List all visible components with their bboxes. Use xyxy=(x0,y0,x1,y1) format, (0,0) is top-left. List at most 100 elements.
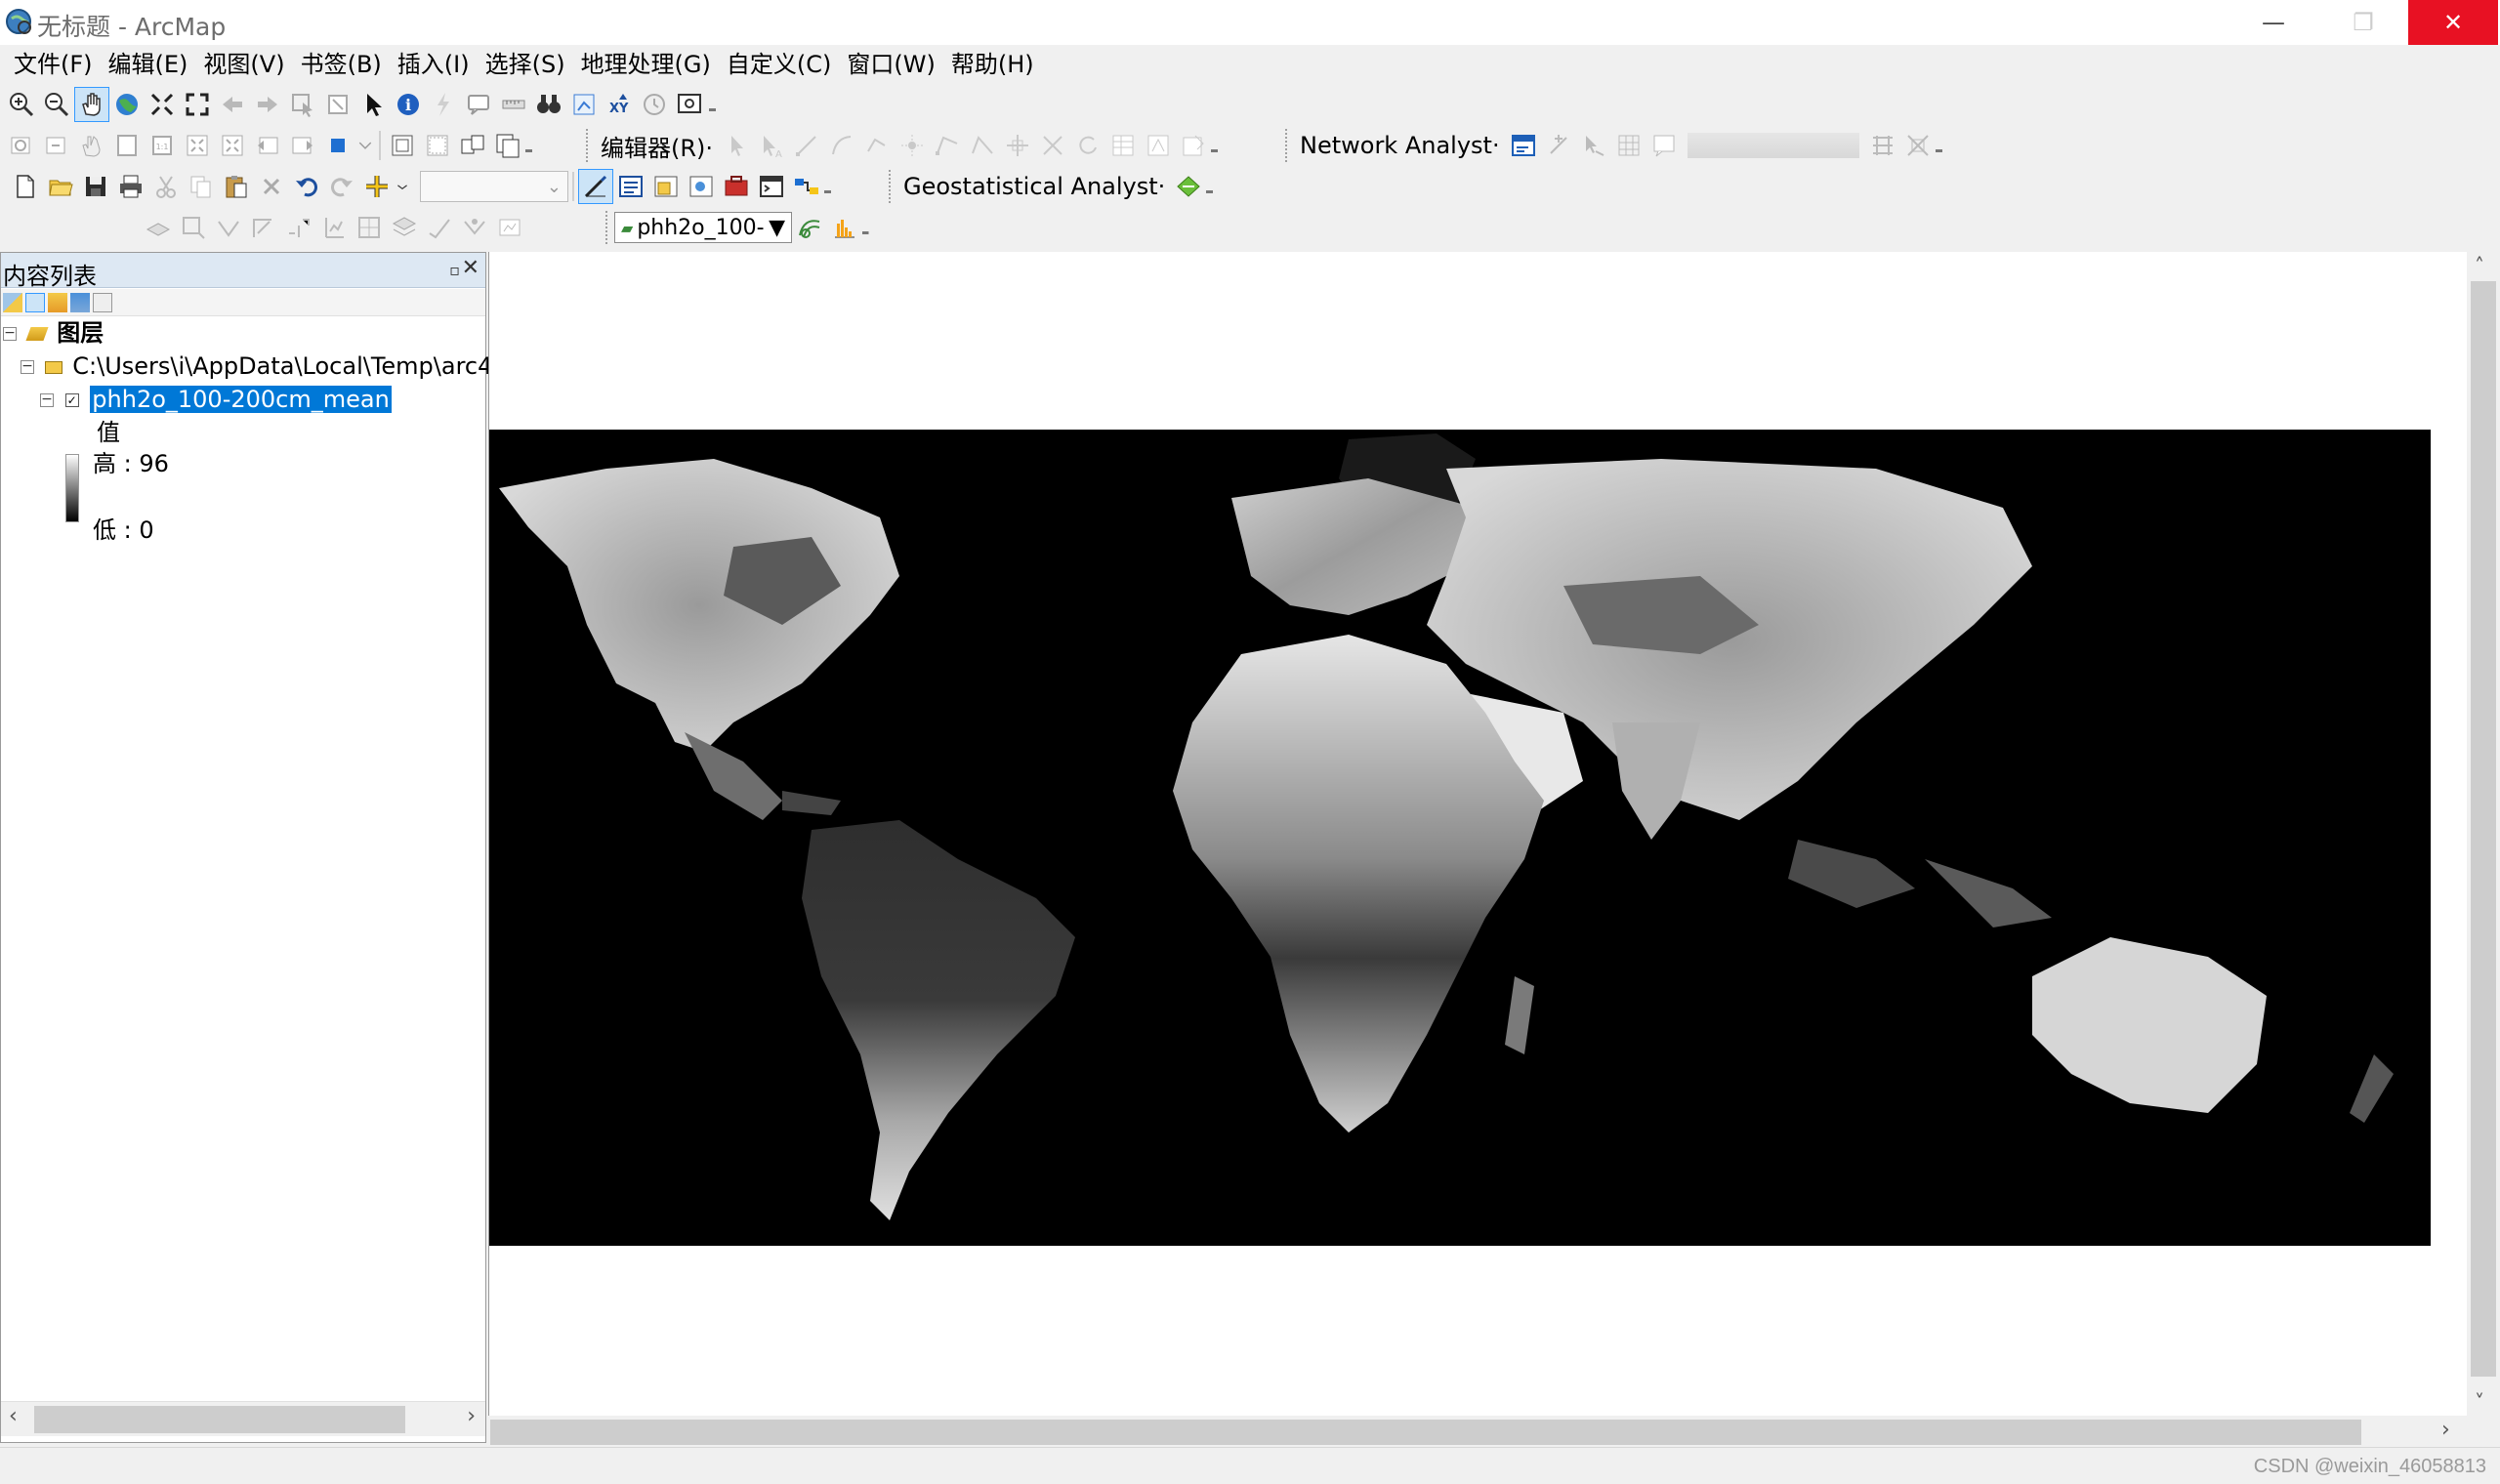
fixed-zoom-in-layout-icon[interactable] xyxy=(180,128,215,163)
georef-fit-icon[interactable] xyxy=(176,210,211,245)
table-of-contents-icon[interactable] xyxy=(613,169,648,204)
georef-scale-icon[interactable] xyxy=(246,210,281,245)
editor-menu[interactable]: 编辑器(R)· xyxy=(595,129,719,163)
create-network-location-icon[interactable] xyxy=(1541,128,1576,163)
print-icon[interactable] xyxy=(113,169,148,204)
georef-viewer-icon[interactable] xyxy=(457,210,492,245)
zoom-in-icon[interactable] xyxy=(4,87,39,122)
menu-bookmarks[interactable]: 书签(B) xyxy=(293,47,390,82)
back-arrow-icon[interactable] xyxy=(215,87,250,122)
georef-shift-icon[interactable] xyxy=(281,210,316,245)
georef-link-table-icon[interactable] xyxy=(422,210,457,245)
layer-collapse-icon[interactable]: − xyxy=(40,392,54,407)
select-elements-icon[interactable] xyxy=(355,87,391,122)
open-folder-icon[interactable] xyxy=(43,169,78,204)
minimize-button[interactable]: — xyxy=(2229,0,2318,45)
paste-icon[interactable] xyxy=(219,169,254,204)
scroll-down-icon[interactable]: ˅ xyxy=(2475,1390,2484,1414)
split-icon[interactable] xyxy=(1035,128,1070,163)
network-analyst-menu[interactable]: Network Analyst· xyxy=(1294,132,1506,159)
straight-segment-icon[interactable] xyxy=(789,128,824,163)
build-network-icon[interactable] xyxy=(1865,128,1900,163)
menu-file[interactable]: 文件(F) xyxy=(6,47,101,82)
list-by-visibility-icon[interactable] xyxy=(48,292,67,312)
map-vscroll-thumb[interactable] xyxy=(2471,281,2496,1377)
change-layout-icon[interactable] xyxy=(455,128,490,163)
map-scale-combo[interactable]: ⌄ xyxy=(420,171,568,202)
zoom-percent-icon[interactable] xyxy=(320,128,355,163)
edit-annotation-icon[interactable]: A xyxy=(754,128,789,163)
toc-horizontal-scrollbar[interactable]: ‹ › xyxy=(1,1401,485,1436)
new-document-icon[interactable] xyxy=(8,169,43,204)
toc-options-icon[interactable] xyxy=(93,292,112,312)
attributes-icon[interactable] xyxy=(1105,128,1141,163)
menu-customize[interactable]: 自定义(C) xyxy=(719,47,839,82)
georef-layer-icon[interactable] xyxy=(141,210,176,245)
menu-edit[interactable]: 编辑(E) xyxy=(101,47,196,82)
contour-icon[interactable] xyxy=(792,210,827,245)
focus-data-frame-icon[interactable] xyxy=(420,128,455,163)
tree-folder-row[interactable]: − C:\Users\i\AppData\Local\Temp\arc4D xyxy=(21,350,511,382)
full-extent-globe-icon[interactable] xyxy=(109,87,145,122)
find-binoculars-icon[interactable] xyxy=(531,87,566,122)
rotate-icon[interactable] xyxy=(1070,128,1105,163)
editor-toolbar-toggle-icon[interactable] xyxy=(578,169,613,204)
undo-icon[interactable] xyxy=(289,169,324,204)
root-collapse-icon[interactable]: − xyxy=(3,326,17,341)
toc-scroll-thumb[interactable] xyxy=(34,1406,405,1433)
html-popup-icon[interactable] xyxy=(461,87,496,122)
create-features-icon[interactable] xyxy=(1176,128,1211,163)
search-window-icon[interactable] xyxy=(684,169,719,204)
hyperlink-icon[interactable] xyxy=(426,87,461,122)
reshape-icon[interactable] xyxy=(965,128,1000,163)
catalog-window-icon[interactable] xyxy=(648,169,684,204)
add-data-icon[interactable] xyxy=(359,169,395,204)
save-disk-icon[interactable] xyxy=(78,169,113,204)
menu-selection[interactable]: 选择(S) xyxy=(478,47,573,82)
create-viewer-window-icon[interactable] xyxy=(672,87,707,122)
geostatistical-wizard-icon[interactable] xyxy=(1171,169,1206,204)
georef-update-icon[interactable] xyxy=(352,210,387,245)
map-vertical-scrollbar[interactable]: ˄ ˅ xyxy=(2467,252,2500,1416)
zoom-out-icon[interactable] xyxy=(39,87,74,122)
toc-pin-icon[interactable]: ▫ xyxy=(449,261,460,279)
select-features-icon[interactable] xyxy=(285,87,320,122)
folder-collapse-icon[interactable]: − xyxy=(21,359,34,374)
identify-icon[interactable]: i xyxy=(391,87,426,122)
edit-tool-icon[interactable] xyxy=(719,128,754,163)
zoom-100-icon[interactable]: 1:1 xyxy=(145,128,180,163)
pan-hand-icon[interactable] xyxy=(74,87,109,122)
layout-pan-icon[interactable] xyxy=(74,128,109,163)
network-identify-icon[interactable] xyxy=(1900,128,1936,163)
maximize-button[interactable]: ❐ xyxy=(2318,0,2408,45)
fixed-zoom-out-icon[interactable] xyxy=(180,87,215,122)
add-data-dropdown-icon[interactable] xyxy=(395,169,410,204)
zoom-dropdown-icon[interactable] xyxy=(355,128,375,163)
histogram-icon[interactable] xyxy=(827,210,862,245)
georef-rotate-icon[interactable] xyxy=(211,210,246,245)
measure-icon[interactable] xyxy=(496,87,531,122)
georef-rectify-icon[interactable] xyxy=(492,210,527,245)
endpoint-arc-icon[interactable] xyxy=(824,128,859,163)
toggle-draft-mode-icon[interactable] xyxy=(385,128,420,163)
sketch-properties-icon[interactable] xyxy=(1141,128,1176,163)
toc-close-icon[interactable]: ✕ xyxy=(462,256,479,280)
directions-window-icon[interactable] xyxy=(1646,128,1682,163)
layer-visibility-checkbox[interactable]: ✓ xyxy=(64,393,79,407)
clear-selection-icon[interactable] xyxy=(320,87,355,122)
fixed-zoom-out-layout-icon[interactable] xyxy=(215,128,250,163)
cut-polygons-icon[interactable] xyxy=(1000,128,1035,163)
scroll-right-icon[interactable]: › xyxy=(467,1404,476,1428)
tree-root-row[interactable]: − 图层 xyxy=(3,317,104,349)
forward-arrow-icon[interactable] xyxy=(250,87,285,122)
menu-help[interactable]: 帮助(H) xyxy=(943,47,1042,82)
time-slider-icon[interactable] xyxy=(637,87,672,122)
trace-icon[interactable] xyxy=(859,128,895,163)
list-by-source-icon[interactable] xyxy=(25,292,45,312)
list-by-drawing-order-icon[interactable] xyxy=(3,292,22,312)
menu-insert[interactable]: 插入(I) xyxy=(390,47,478,82)
redo-icon[interactable] xyxy=(324,169,359,204)
network-analyst-window-icon[interactable] xyxy=(1506,128,1541,163)
network-dataset-combo[interactable] xyxy=(1687,133,1859,158)
georef-control-points-icon[interactable] xyxy=(387,210,422,245)
